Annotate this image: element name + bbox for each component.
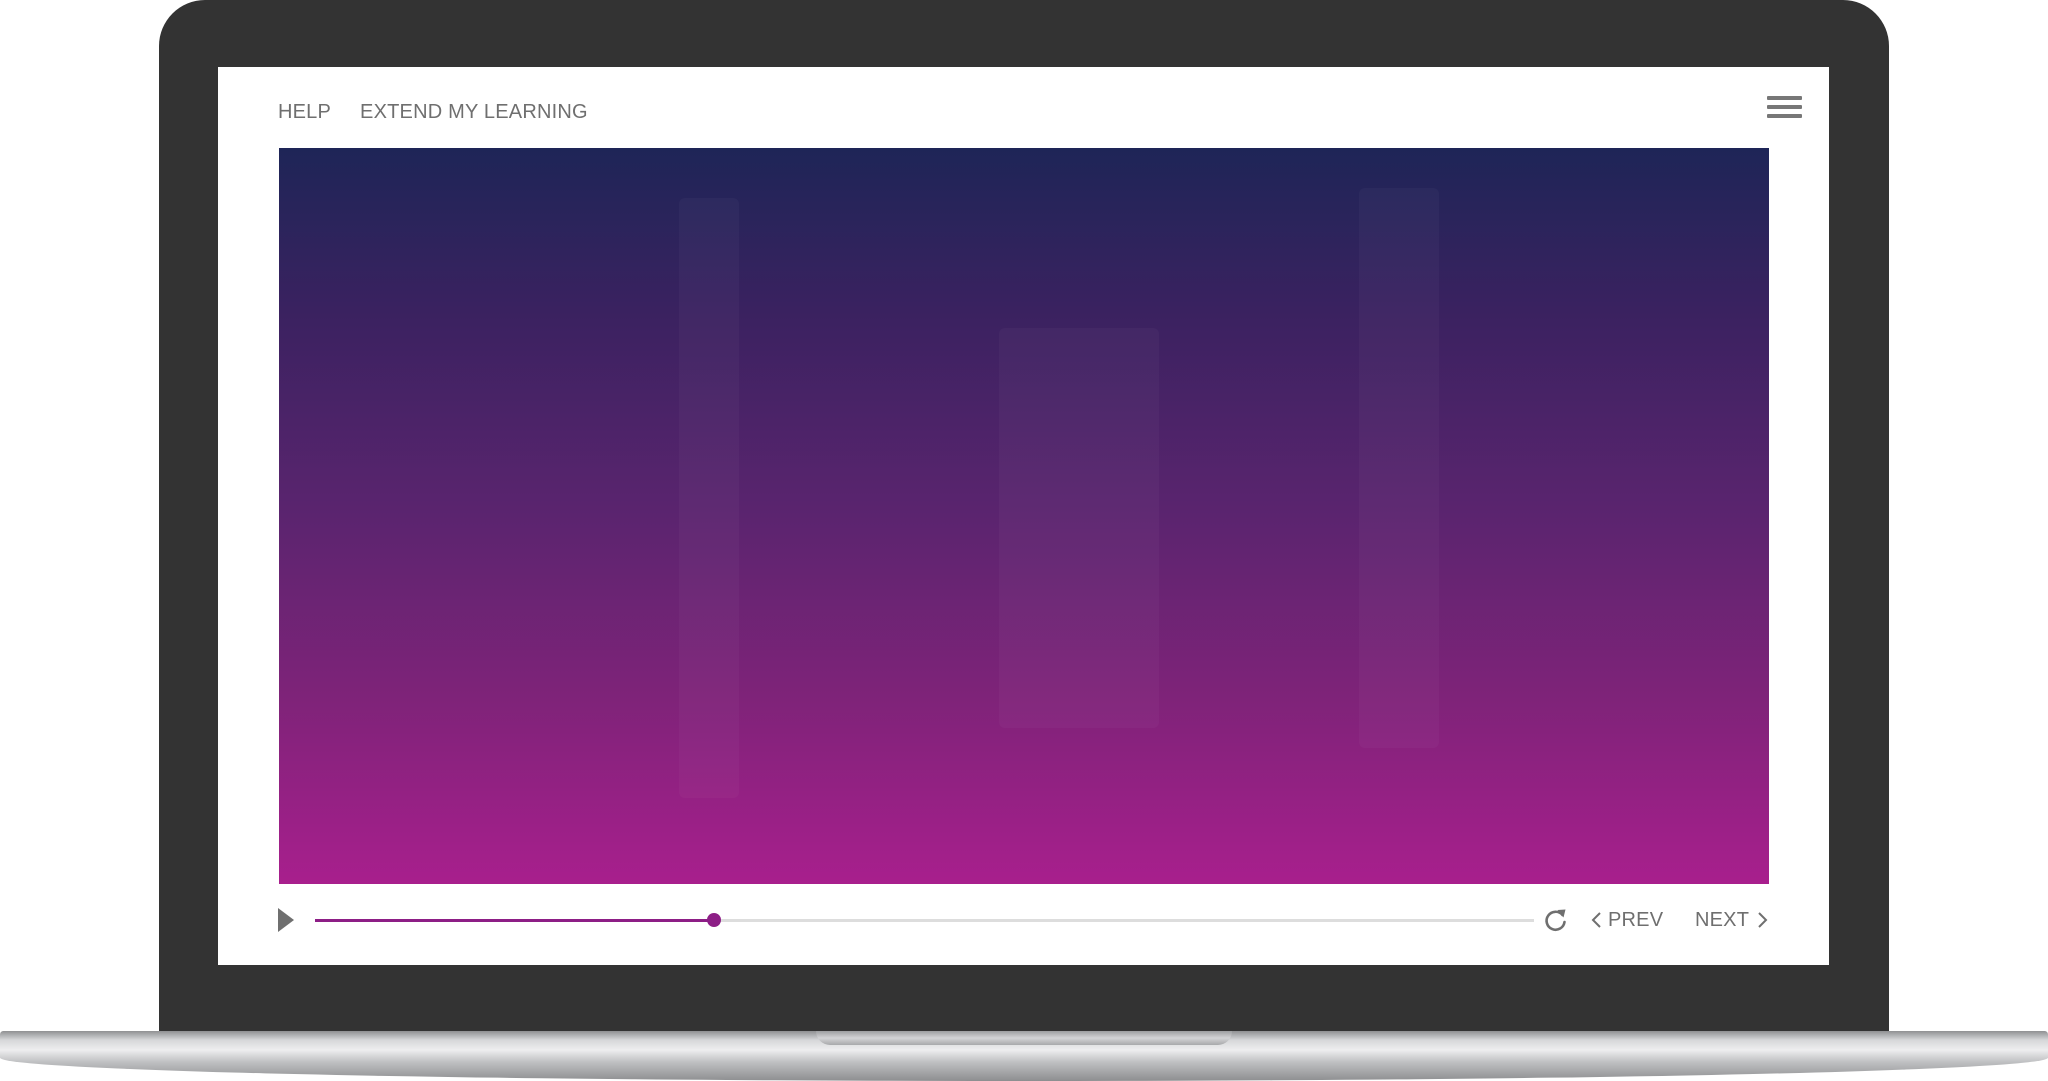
replay-icon[interactable] (1542, 906, 1570, 934)
progress-handle[interactable] (706, 913, 721, 927)
hamburger-menu-icon[interactable] (1767, 96, 1802, 120)
laptop-mockup: HELP EXTEND MY LEARNING PREV NEXT (0, 0, 2048, 1081)
next-label: NEXT (1695, 908, 1750, 931)
app-screen: HELP EXTEND MY LEARNING PREV NEXT (218, 67, 1829, 965)
play-icon[interactable] (278, 908, 294, 932)
prev-label: PREV (1608, 908, 1664, 931)
chevron-right-icon (1758, 912, 1768, 928)
help-link[interactable]: HELP (278, 101, 331, 124)
progress-track[interactable] (315, 913, 1534, 927)
progress-fill (315, 919, 714, 922)
prev-button[interactable]: PREV (1590, 900, 1663, 940)
next-button[interactable]: NEXT (1695, 900, 1769, 940)
background-blur-shape (999, 328, 1159, 728)
chevron-left-icon (1591, 912, 1601, 928)
extend-my-learning-link[interactable]: EXTEND MY LEARNING (360, 101, 588, 124)
laptop-base-notch (816, 1031, 1232, 1045)
player-controls: PREV NEXT (218, 900, 1829, 940)
menu-bar (1767, 105, 1802, 109)
background-blur-shape (679, 198, 739, 798)
menu-bar (1767, 96, 1802, 100)
background-blur-shape (1359, 188, 1439, 748)
top-nav: HELP EXTEND MY LEARNING (278, 97, 588, 127)
media-stage[interactable] (279, 148, 1769, 884)
menu-bar (1767, 114, 1802, 118)
